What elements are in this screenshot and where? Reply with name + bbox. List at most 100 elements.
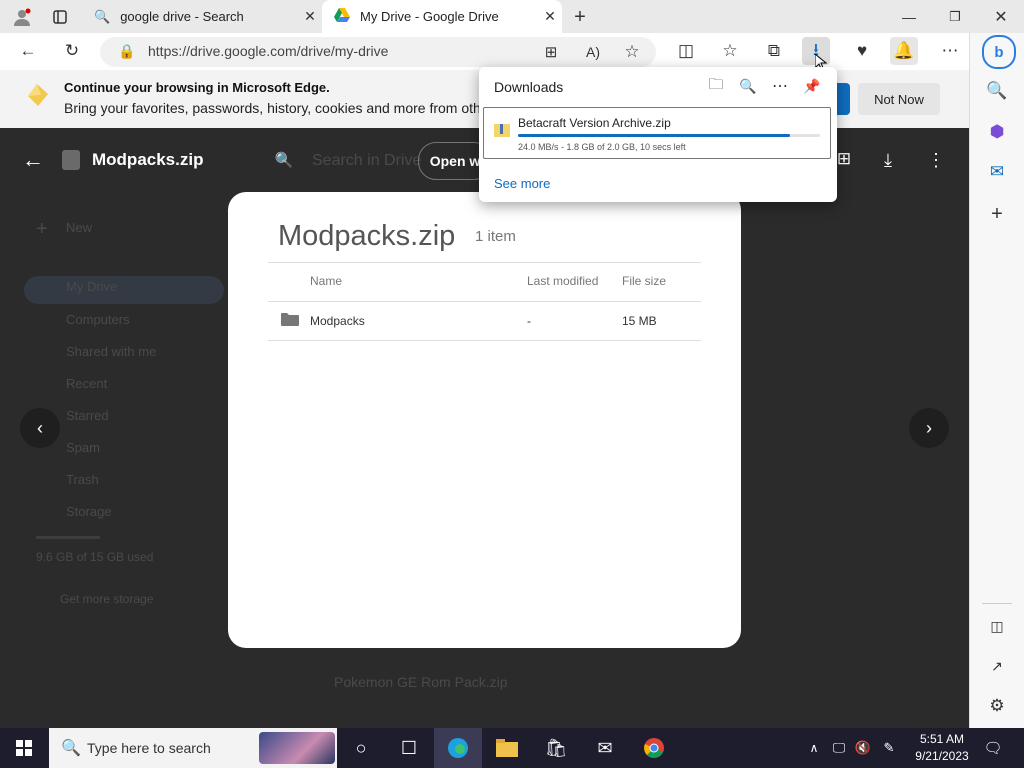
search-icon: 🔍 <box>94 8 111 24</box>
clock-time[interactable]: 5:51 AM <box>912 732 972 746</box>
pin-icon[interactable]: 📌 <box>800 75 824 97</box>
drive-nav-spam: Spam <box>66 440 100 455</box>
edge-taskbar-icon[interactable] <box>434 728 482 768</box>
notification-center-icon[interactable]: 🗨 <box>980 736 1006 760</box>
more-options-icon[interactable]: ⋯ <box>768 75 792 97</box>
taskbar-search-box[interactable]: 🔍 Type here to search <box>49 728 337 768</box>
zip-file-icon <box>494 123 510 137</box>
table-row[interactable]: Modpacks - 15 MB <box>268 302 701 340</box>
back-arrow-icon[interactable]: ← <box>18 147 48 172</box>
extensions-icon[interactable]: ♥ <box>848 37 876 65</box>
tab-my-drive[interactable]: My Drive - Google Drive ✕ <box>322 0 562 33</box>
see-more-link[interactable]: See more <box>494 176 550 191</box>
lock-icon[interactable]: 🔒 <box>118 43 135 60</box>
restore-icon[interactable]: ❐ <box>940 3 970 31</box>
download-progress-bar <box>518 134 820 137</box>
column-modified-header: Last modified <box>527 274 599 288</box>
windows-taskbar: 🔍 Type here to search ○ ☐ 🛍 ✉ ∧ 🖵 🔇 ✎ 5:… <box>0 728 1024 768</box>
back-icon[interactable]: ← <box>14 37 42 65</box>
column-size-header: File size <box>622 274 667 288</box>
zip-preview-card: Modpacks.zip 1 item Name Last modified F… <box>228 192 741 648</box>
tab-google-drive-search[interactable]: 🔍 google drive - Search ✕ <box>84 0 322 33</box>
downloads-panel: Downloads 🗀 🔍 ⋯ 📌 Betacraft Version Arch… <box>479 67 837 202</box>
chrome-icon[interactable] <box>630 728 678 768</box>
add-sidebar-app-icon[interactable]: + <box>980 199 1014 229</box>
profile-icon[interactable] <box>8 4 36 30</box>
zip-file-icon <box>62 150 80 170</box>
settings-gear-icon[interactable]: ⚙ <box>980 691 1014 721</box>
drive-nav-starred: Starred <box>66 408 109 423</box>
read-aloud-icon[interactable]: A) <box>579 38 607 66</box>
tab-title: My Drive - Google Drive <box>360 9 499 24</box>
drive-search-icon: 🔍 <box>274 152 294 169</box>
drive-nav-computers: Computers <box>66 312 130 327</box>
download-file-name: Betacraft Version Archive.zip <box>518 116 671 130</box>
outlook-icon[interactable]: ✉ <box>980 157 1014 187</box>
get-more-storage-link: Get more storage <box>60 592 154 606</box>
minimize-icon[interactable]: — <box>894 3 924 31</box>
bing-chat-icon[interactable]: b <box>982 35 1016 69</box>
download-progress-fill <box>518 134 790 137</box>
info-title: Continue your browsing in Microsoft Edge… <box>64 80 330 95</box>
download-item[interactable]: Betacraft Version Archive.zip 24.0 MB/s … <box>483 107 831 159</box>
favorites-icon[interactable]: ☆ <box>716 37 744 65</box>
windows-start-icon[interactable] <box>0 728 48 768</box>
hide-sidebar-icon[interactable]: ◫ <box>980 611 1014 641</box>
cortana-icon[interactable]: ○ <box>337 728 385 768</box>
info-subtitle: Bring your favorites, passwords, history… <box>64 100 481 116</box>
office-icon[interactable]: ⬢ <box>980 117 1014 147</box>
not-now-button[interactable]: Not Now <box>858 83 940 115</box>
mail-icon[interactable]: ✉ <box>581 728 629 768</box>
navigation-bar: ← ↻ 🔒 https://drive.google.com/drive/my-… <box>0 33 1024 72</box>
new-icon: + <box>36 218 48 240</box>
notifications-icon[interactable]: 🔔 <box>890 37 918 65</box>
network-icon[interactable]: 🖵 <box>828 738 850 758</box>
drive-nav-storage: Storage <box>66 504 112 519</box>
close-tab-icon[interactable]: ✕ <box>538 5 562 29</box>
file-explorer-icon[interactable] <box>483 728 531 768</box>
previous-file-icon[interactable]: ‹ <box>20 408 60 448</box>
split-screen-icon[interactable]: ◫ <box>672 37 700 65</box>
sidebar-divider <box>982 603 1012 604</box>
sidebar-search-icon[interactable]: 🔍 <box>980 76 1014 106</box>
favorite-star-icon[interactable]: ☆ <box>618 38 646 66</box>
folder-icon <box>281 312 299 326</box>
search-downloads-icon[interactable]: 🔍 <box>736 75 760 97</box>
external-link-icon[interactable]: ↗ <box>980 651 1014 681</box>
drive-search-placeholder: Search in Drive <box>312 152 422 169</box>
more-options-icon[interactable]: ⋯ <box>936 37 964 65</box>
download-icon[interactable]: ⤓ <box>876 148 900 172</box>
collections-icon[interactable]: ⧉ <box>760 37 788 65</box>
search-highlight-image <box>259 732 335 764</box>
download-status: 24.0 MB/s - 1.8 GB of 2.0 GB, 10 secs le… <box>518 142 686 152</box>
row-modified: - <box>527 314 531 328</box>
preview-item-count: 1 item <box>475 228 516 245</box>
drive-nav-my-drive: My Drive <box>66 279 118 294</box>
clock-date[interactable]: 9/21/2023 <box>908 749 976 763</box>
next-file-icon[interactable]: › <box>909 408 949 448</box>
google-drive-icon <box>334 8 350 25</box>
task-view-icon[interactable]: ☐ <box>385 728 433 768</box>
tab-actions-icon[interactable] <box>46 4 74 30</box>
close-window-icon[interactable]: ✕ <box>986 3 1016 31</box>
taskbar-search-placeholder: Type here to search <box>87 740 211 756</box>
open-folder-icon[interactable]: 🗀 <box>704 75 728 97</box>
pen-icon[interactable]: ✎ <box>878 738 900 758</box>
close-tab-icon[interactable]: ✕ <box>298 5 322 29</box>
viewer-file-name: Modpacks.zip <box>92 150 204 169</box>
drive-nav-shared: Shared with me <box>66 344 157 359</box>
address-bar[interactable]: 🔒 https://drive.google.com/drive/my-driv… <box>100 37 656 67</box>
tab-title: google drive - Search <box>120 9 244 24</box>
store-icon[interactable]: 🛍 <box>532 728 580 768</box>
app-available-icon[interactable]: ⊞ <box>537 38 565 66</box>
show-hidden-icons[interactable]: ∧ <box>804 738 824 758</box>
background-file-row: Pokemon GE Rom Pack.zip <box>334 674 508 690</box>
drive-new-button: New <box>66 220 93 235</box>
url-text: https://drive.google.com/drive/my-drive <box>148 43 389 59</box>
divider <box>268 262 701 263</box>
refresh-icon[interactable]: ↻ <box>58 37 86 65</box>
preview-title: Modpacks.zip <box>278 220 456 252</box>
volume-muted-icon[interactable]: 🔇 <box>852 738 874 758</box>
new-tab-icon[interactable]: + <box>566 3 594 31</box>
more-actions-icon[interactable]: ⋮ <box>926 148 946 172</box>
